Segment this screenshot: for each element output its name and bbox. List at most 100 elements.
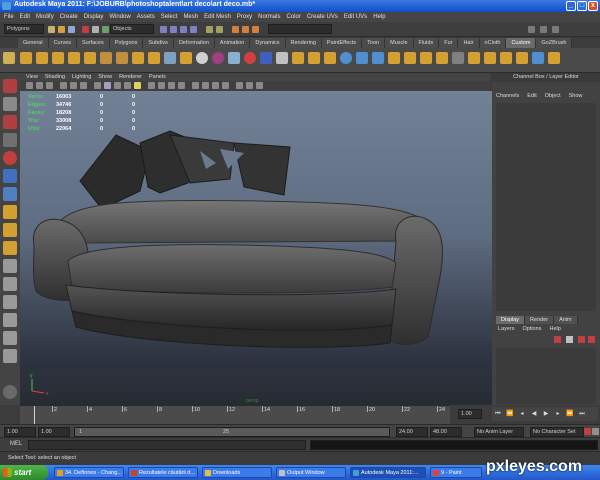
poly-tool-icon[interactable] (228, 52, 240, 64)
sofa-model[interactable]: y x persp (20, 91, 492, 405)
channel-menu-edit[interactable]: Edit (527, 93, 536, 99)
textured-icon[interactable] (124, 82, 131, 89)
poly-tool-icon[interactable] (52, 52, 64, 64)
menu-help[interactable]: Help (373, 12, 385, 22)
shelf-tab-painteffects[interactable]: PaintEffects (321, 38, 363, 48)
poly-tool-icon[interactable] (516, 52, 528, 64)
poly-tool-icon[interactable] (420, 52, 432, 64)
close-button[interactable]: x (588, 1, 598, 11)
isolate-select-icon[interactable] (178, 82, 185, 89)
auto-key-icon[interactable] (584, 428, 591, 435)
go-to-start-icon[interactable]: ⏮ (494, 410, 502, 418)
poly-tool-icon[interactable] (532, 52, 544, 64)
taskbar-item[interactable]: 9 - Paint (430, 467, 482, 478)
attribute-editor-toggle-icon[interactable] (528, 26, 535, 33)
poly-tool-icon[interactable] (36, 52, 48, 64)
history-icon[interactable] (206, 26, 213, 33)
layer-up-icon[interactable] (578, 336, 585, 343)
menu-normals[interactable]: Normals (258, 12, 280, 22)
maximize-button[interactable]: □ (577, 1, 587, 11)
anim-layer-dropdown[interactable]: No Anim Layer (474, 427, 524, 437)
snap-point-icon[interactable] (180, 26, 187, 33)
layer-menu-layers[interactable]: Layers (498, 326, 515, 332)
taskbar-item-active[interactable]: Autodesk Maya 2011:... (350, 467, 426, 478)
poly-tool-icon[interactable] (260, 52, 272, 64)
xray-joints-icon[interactable] (168, 82, 175, 89)
layer-tab-anim[interactable]: Anim (554, 316, 578, 324)
step-back-icon[interactable]: ⏪ (506, 410, 514, 418)
select-tool-icon[interactable] (3, 79, 17, 93)
menu-edit-uvs[interactable]: Edit UVs (344, 12, 367, 22)
layer-menu-options[interactable]: Options (523, 326, 542, 332)
hypershade-layout-icon[interactable] (3, 331, 17, 345)
poly-tool-icon[interactable] (500, 52, 512, 64)
ipr-render-icon[interactable] (242, 26, 249, 33)
poly-tool-icon[interactable] (164, 52, 176, 64)
poly-tool-icon[interactable] (308, 52, 320, 64)
channel-menu-show[interactable]: Show (569, 93, 583, 99)
select-hierarchy-icon[interactable] (82, 26, 89, 33)
time-slider[interactable]: 2 4 6 8 10 12 14 16 18 20 22 24 (20, 405, 450, 424)
go-to-end-icon[interactable]: ⏭ (578, 410, 586, 418)
menu-edit-mesh[interactable]: Edit Mesh (204, 12, 231, 22)
save-scene-icon[interactable] (68, 26, 75, 33)
shelf-tab-fluids[interactable]: Fluids (413, 38, 440, 48)
layer-tab-display[interactable]: Display (496, 316, 526, 324)
sphere-icon[interactable] (196, 52, 208, 64)
new-layer-selected-icon[interactable] (566, 336, 573, 343)
step-back-key-icon[interactable]: ◂ (518, 410, 526, 418)
shelf-tab-deformation[interactable]: Deformation (173, 38, 215, 48)
poly-tool-icon[interactable] (100, 52, 112, 64)
shelf-tab-dynamics[interactable]: Dynamics (250, 38, 286, 48)
poly-tool-icon[interactable] (324, 52, 336, 64)
command-input[interactable] (28, 440, 306, 450)
shelf-tab-muscle[interactable]: Muscle (385, 38, 414, 48)
panel-menu-show[interactable]: Show (98, 73, 112, 81)
new-layer-icon[interactable] (554, 336, 561, 343)
layer-list-area[interactable] (496, 348, 596, 404)
menu-create-uvs[interactable]: Create UVs (307, 12, 338, 22)
cylinder-icon[interactable] (372, 52, 384, 64)
menu-modify[interactable]: Modify (36, 12, 54, 22)
menu-edit[interactable]: Edit (20, 12, 30, 22)
rotate-tool-icon[interactable] (3, 151, 17, 165)
channel-list-area[interactable] (496, 103, 596, 311)
camera-attributes-icon[interactable] (26, 82, 33, 89)
poly-tool-icon[interactable] (116, 52, 128, 64)
open-scene-icon[interactable] (58, 26, 65, 33)
menuset-dropdown[interactable]: Polygons (4, 24, 44, 34)
channel-box-toggle-icon[interactable] (552, 26, 559, 33)
shader-ball-icon[interactable] (244, 52, 256, 64)
resolution-gate-icon[interactable] (80, 82, 87, 89)
shelf-tab-surfaces[interactable]: Surfaces (77, 38, 110, 48)
poly-tool-icon[interactable] (132, 52, 144, 64)
poly-tool-icon[interactable] (452, 52, 464, 64)
shelf-tab-rendering[interactable]: Rendering (285, 38, 322, 48)
shelf-tab-animation[interactable]: Animation (214, 38, 251, 48)
play-forward-icon[interactable]: ▶ (542, 410, 550, 418)
menu-select[interactable]: Select (161, 12, 178, 22)
current-time-marker[interactable] (34, 406, 35, 424)
wireframe-on-shaded-icon[interactable] (114, 82, 121, 89)
menu-proxy[interactable]: Proxy (237, 12, 252, 22)
shelf-tab-hair[interactable]: Hair (458, 38, 480, 48)
step-forward-key-icon[interactable]: ▸ (554, 410, 562, 418)
shelf-tab-gozbrush[interactable]: GoZBrush (536, 38, 573, 48)
panel-menu-shading[interactable]: Shading (45, 73, 65, 81)
sphere-icon[interactable] (340, 52, 352, 64)
minimize-button[interactable]: _ (566, 1, 576, 11)
shader-ball-icon[interactable] (212, 52, 224, 64)
animation-start-field[interactable]: 1.00 (4, 427, 36, 437)
xray-icon[interactable] (158, 82, 165, 89)
smooth-shade-icon[interactable] (104, 82, 111, 89)
poly-tool-icon[interactable] (148, 52, 160, 64)
viewport-option-icon[interactable] (246, 82, 253, 89)
snap-view-plane-icon[interactable] (190, 26, 197, 33)
new-scene-icon[interactable] (48, 26, 55, 33)
menu-file[interactable]: File (4, 12, 14, 22)
taskbar-item[interactable]: Output Window (276, 467, 346, 478)
input-line-field[interactable] (268, 24, 332, 34)
camera-bookmark-icon[interactable] (36, 82, 43, 89)
poly-tool-icon[interactable] (20, 52, 32, 64)
shelf-tab-general[interactable]: General (18, 38, 49, 48)
